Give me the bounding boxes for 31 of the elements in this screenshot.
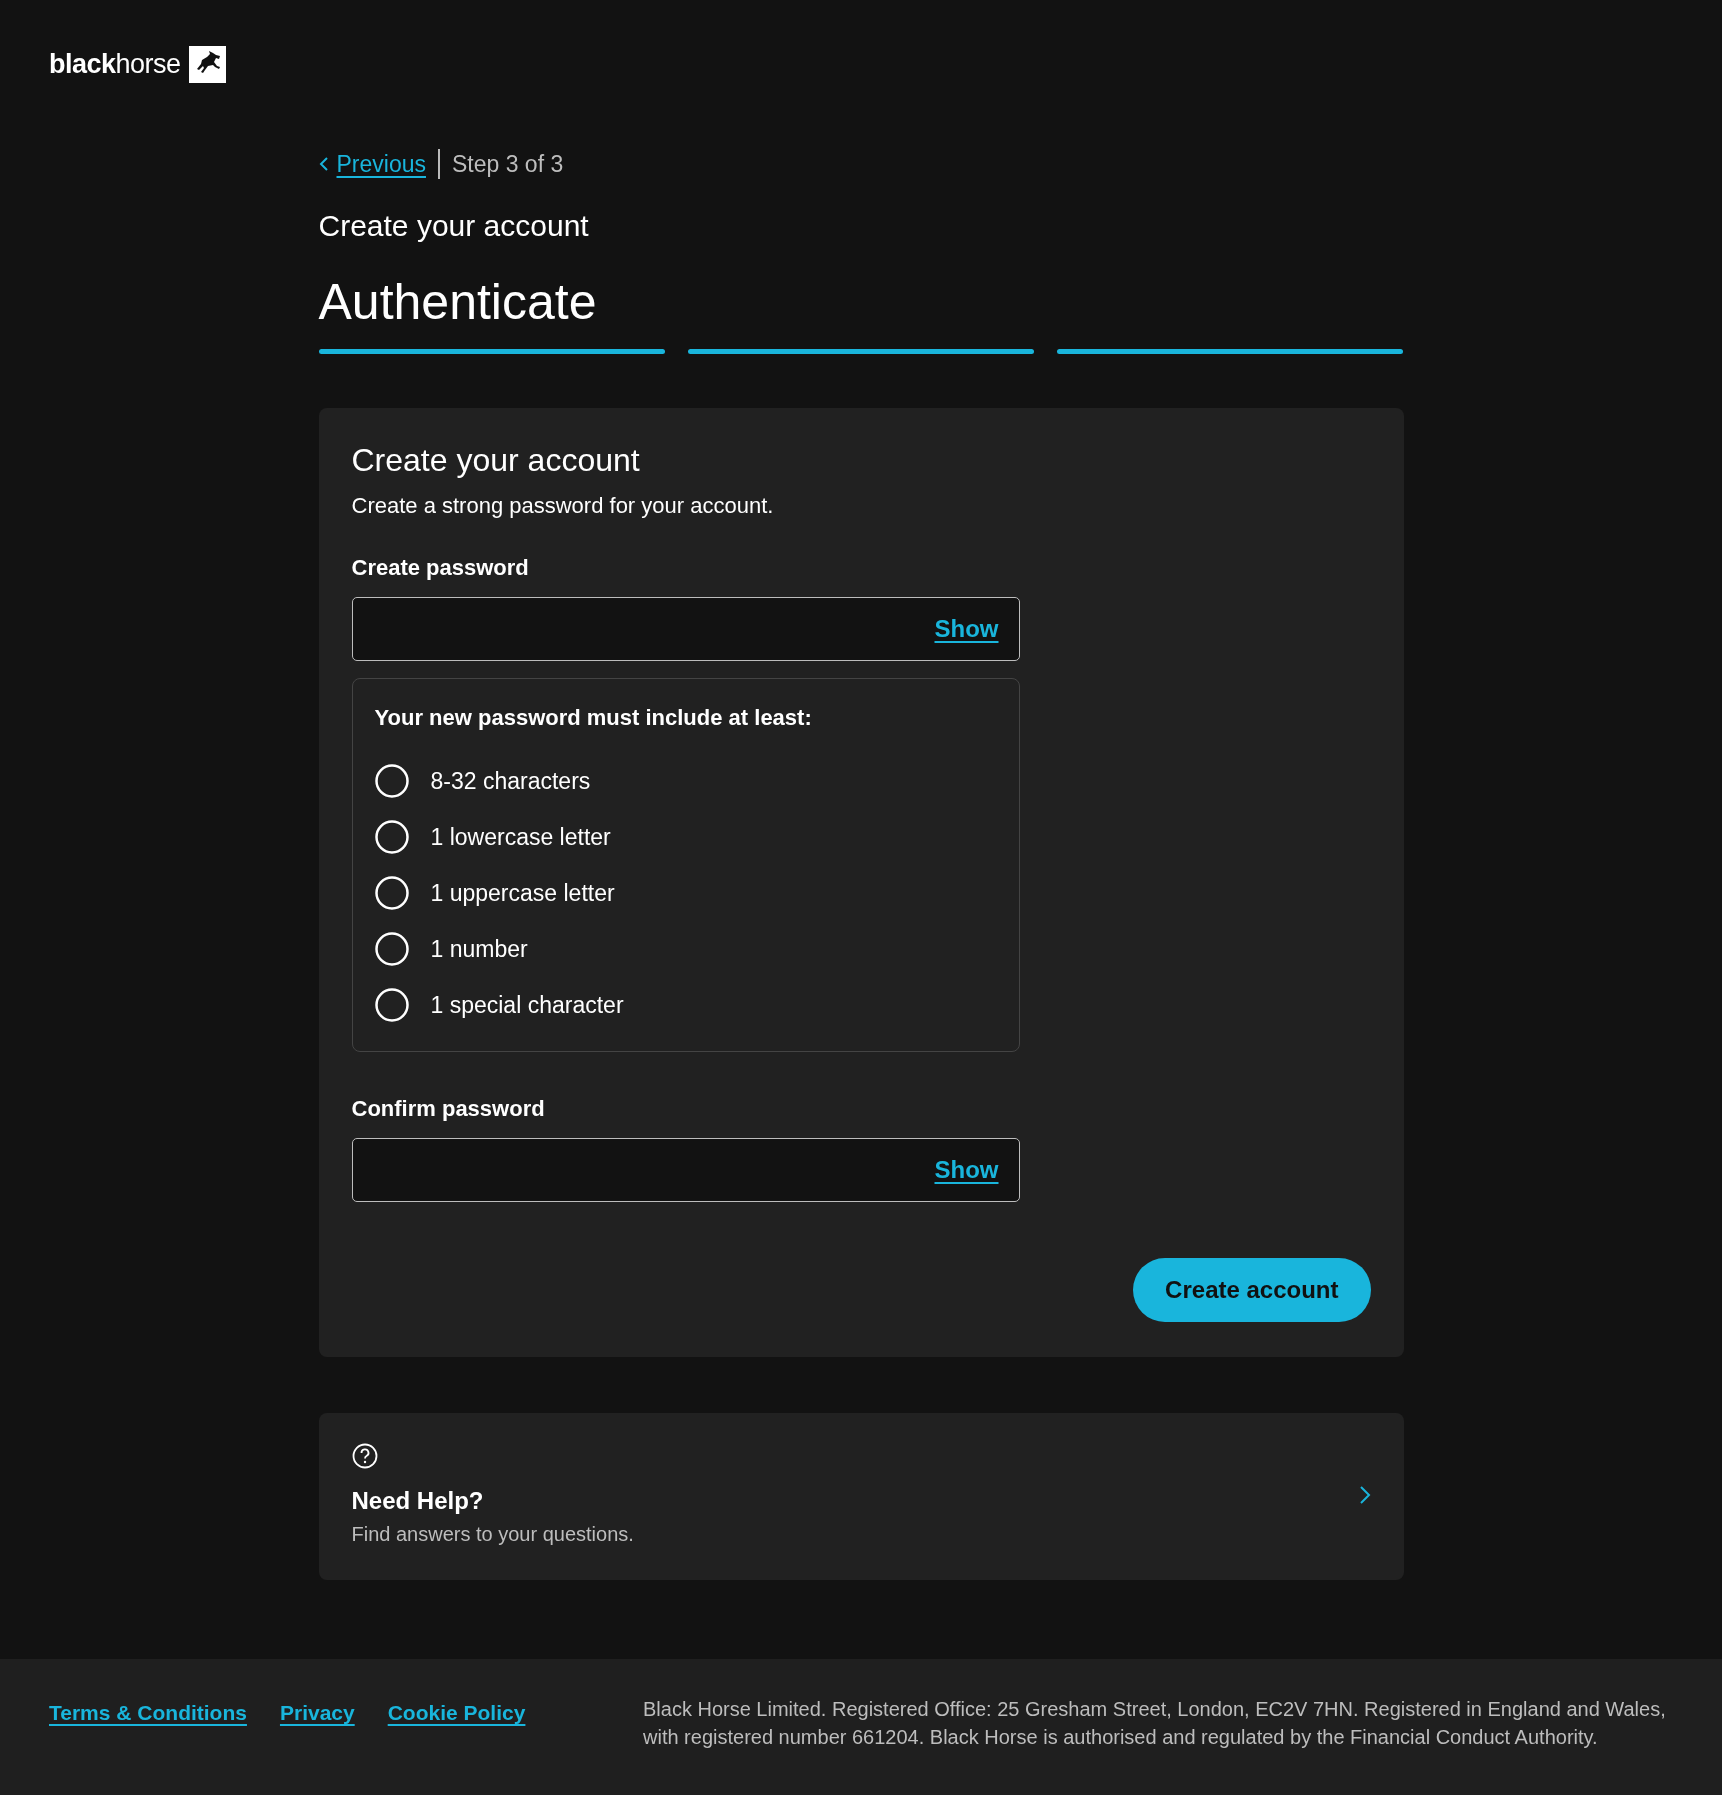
help-card[interactable]: Need Help? Find answers to your questions. [318,1413,1404,1580]
create-account-button[interactable]: Create account [1133,1258,1371,1322]
requirements-heading: Your new password must include at least: [374,705,813,731]
password-field[interactable]: Show [351,597,1020,661]
requirement-text: 1 number [430,935,528,963]
page-subtitle: Create your account [318,209,590,243]
legal-text: Black Horse Limited. Registered Office: 25 Gresham Street, London, EC2V 7HN. Registered in England and Wales, with registered number 661204. Black Horse is authorised and regulated by the Financial Conduct Authority. [643,1697,1667,1750]
requirement-text: 1 special character [430,991,624,1019]
footer-link[interactable]: Cookie Policy [387,1701,526,1725]
show-password-button[interactable]: Show [934,1156,999,1184]
field-label: Confirm password [351,1096,546,1122]
password-field[interactable]: Show [351,1138,1020,1202]
page-title: Authenticate [318,273,598,331]
requirement-text: 1 uppercase letter [430,879,615,907]
help-icon [351,1443,378,1469]
footer-link[interactable]: Privacy [279,1701,355,1725]
requirement-text: 1 lowercase letter [430,823,611,851]
logo: blackhorse [49,49,181,80]
show-password-button[interactable]: Show [934,615,999,643]
footer-link[interactable]: Terms & Conditions [49,1701,247,1725]
help-text: Find answers to your questions. [351,1523,634,1546]
field-label: Create password [351,555,530,581]
help-title: Need Help? [351,1487,485,1515]
chevron-left-icon [318,156,329,172]
requirement-text: 8-32 characters [430,767,591,795]
previous-link[interactable]: Previous [336,150,426,178]
chevron-right-icon [1358,1484,1371,1505]
card-description: Create a strong password for your account. [351,493,775,519]
step-indicator: Step 3 of 3 [452,150,564,178]
card-title: Create your account [351,442,641,479]
horse-logo-icon [188,46,226,83]
